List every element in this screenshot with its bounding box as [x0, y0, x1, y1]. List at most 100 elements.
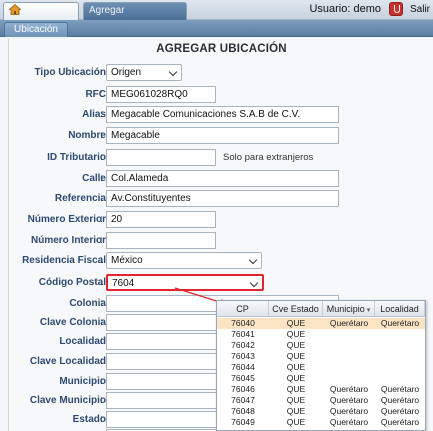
field-select[interactable]: 7604: [106, 274, 264, 291]
dropdown-row[interactable]: 76041 QUE: [217, 329, 425, 340]
field-input[interactable]: 20: [106, 211, 216, 228]
dropdown-cell: Querétaro: [329, 384, 369, 394]
field-label: Clave Municipio: [29, 395, 106, 406]
dropdown-cell: 76042: [231, 340, 255, 350]
field-select[interactable]: México: [106, 252, 262, 269]
field-input[interactable]: Col.Alameda: [106, 170, 339, 187]
form-row: Residencia Fiscal: México: [9, 252, 433, 270]
dropdown-cell: QUE: [286, 351, 306, 361]
tab-home[interactable]: demodemo2: [3, 2, 79, 32]
dropdown-row[interactable]: 76040 QUE Querétaro Querétaro: [217, 318, 425, 329]
field-label: Referencia: [54, 193, 106, 204]
user-label: Usuario: demo: [309, 3, 381, 15]
field-colon: :: [100, 336, 103, 347]
dropdown-row[interactable]: 76048 QUE Querétaro Querétaro: [217, 406, 425, 417]
dropdown-cell: 76049: [231, 417, 255, 427]
field-colon: :: [100, 277, 103, 288]
field-label: RFC: [85, 89, 106, 100]
form-row: Nombre: Megacable: [9, 127, 433, 145]
dropdown-cell: 76043: [231, 351, 255, 361]
form-row: Código Postal:7604: [9, 274, 433, 292]
dropdown-cell: Querétaro: [380, 318, 420, 328]
form-row: RFC: MEG061028RQ0: [9, 86, 433, 104]
dropdown-row[interactable]: 76043 QUE: [217, 351, 425, 362]
dropdown-row[interactable]: 76044 QUE: [217, 362, 425, 373]
sort-icon[interactable]: ▾: [367, 307, 371, 314]
dropdown-row[interactable]: 76046 QUE Querétaro Querétaro: [217, 384, 425, 395]
dropdown-cell: 76045: [231, 373, 255, 383]
dropdown-row[interactable]: 76045 QUE: [217, 373, 425, 384]
dropdown-cell: Querétaro: [329, 406, 369, 416]
field-colon: :: [100, 173, 103, 184]
dropdown-row[interactable]: 76049 QUE Querétaro Querétaro: [217, 417, 425, 428]
dropdown-row[interactable]: 76047 QUE Querétaro Querétaro: [217, 395, 425, 406]
field-value: México: [111, 255, 143, 266]
power-off-icon[interactable]: [389, 2, 403, 16]
dropdown-cell: Querétaro: [329, 395, 369, 405]
tab-agregar-ubicacion[interactable]: Agregar Ubicación3✕: [83, 2, 187, 32]
field-value: Megacable Comunicaciones S.A.B de C.V.: [111, 109, 301, 120]
dropdown-cell: 76044: [231, 362, 255, 372]
field-value: Megacable: [111, 130, 160, 141]
dropdown-row[interactable]: 76042 QUE: [217, 340, 425, 351]
dropdown-cell: QUE: [286, 340, 306, 350]
field-colon: :: [100, 67, 103, 78]
field-input[interactable]: [106, 232, 216, 249]
top-bar: demodemo2 Agregar Ubicación3✕ Usuario: d…: [0, 0, 433, 32]
field-value: Av.Constituyentes: [111, 193, 191, 204]
field-colon: :: [100, 130, 103, 141]
postal-code-dropdown[interactable]: CP Cve Estado Municipio ▾ Localidad 76040 QUE Q…: [216, 300, 426, 431]
dropdown-cell: Querétaro: [380, 406, 420, 416]
field-colon: :: [100, 214, 103, 225]
field-label: Municipio: [59, 376, 106, 387]
home-icon: [8, 3, 22, 15]
field-value: MEG061028RQ0: [111, 89, 188, 100]
field-colon: :: [100, 395, 103, 406]
dropdown-cell: QUE: [286, 395, 306, 405]
dropdown-column-header[interactable]: CP: [217, 301, 269, 317]
field-input[interactable]: MEG061028RQ0: [106, 86, 216, 103]
dropdown-cell: Querétaro: [380, 417, 420, 427]
column-header-label: CP: [236, 304, 249, 314]
field-label: Residencia Fiscal: [22, 255, 106, 266]
field-colon: :: [100, 89, 103, 100]
dropdown-cell: QUE: [286, 406, 306, 416]
column-header-label: Municipio: [326, 304, 365, 314]
field-colon: :: [100, 414, 103, 425]
field-label: Localidad: [59, 336, 106, 347]
dropdown-cell: QUE: [286, 373, 306, 383]
field-value: Origen: [111, 67, 142, 78]
dropdown-column-header[interactable]: Municipio ▾: [323, 301, 375, 317]
field-colon: :: [100, 235, 103, 246]
tab-ubicacion[interactable]: Ubicación: [4, 22, 68, 37]
field-colon: :: [100, 109, 103, 120]
page-title: AGREGAR UBICACIÓN: [156, 43, 287, 55]
dropdown-cell: 76041: [231, 329, 255, 339]
dropdown-cell: Querétaro: [380, 395, 420, 405]
field-value: Col.Alameda: [111, 173, 169, 184]
field-input[interactable]: Av.Constituyentes: [106, 190, 339, 207]
field-label: Tipo Ubicación: [34, 67, 107, 78]
field-colon: :: [100, 152, 103, 163]
field-value: 20: [111, 214, 123, 225]
dropdown-cell: QUE: [286, 362, 306, 372]
field-input[interactable]: Megacable: [106, 127, 339, 144]
dropdown-column-header[interactable]: Cve Estado: [269, 301, 323, 317]
field-input[interactable]: [106, 149, 216, 166]
field-label: Número Exterior: [27, 214, 106, 225]
dropdown-cell: Querétaro: [380, 384, 420, 394]
logout-button[interactable]: Salir: [410, 4, 430, 15]
form-row: Número Exterior:20: [9, 211, 433, 229]
sub-tab-bar: Ubicación: [0, 20, 433, 37]
field-value: 7604: [112, 278, 135, 289]
field-input[interactable]: Megacable Comunicaciones S.A.B de C.V.: [106, 106, 339, 123]
dropdown-column-header[interactable]: Localidad: [375, 301, 425, 317]
chevron-down-icon: [248, 255, 258, 265]
form-row: Tipo Ubicación: Origen: [9, 64, 433, 82]
dropdown-cell: 76047: [231, 395, 255, 405]
dropdown-cell: Querétaro: [329, 318, 369, 328]
field-colon: :: [100, 255, 103, 266]
dropdown-cell: QUE: [286, 329, 306, 339]
field-colon: :: [100, 376, 103, 387]
field-select[interactable]: Origen: [106, 64, 182, 81]
